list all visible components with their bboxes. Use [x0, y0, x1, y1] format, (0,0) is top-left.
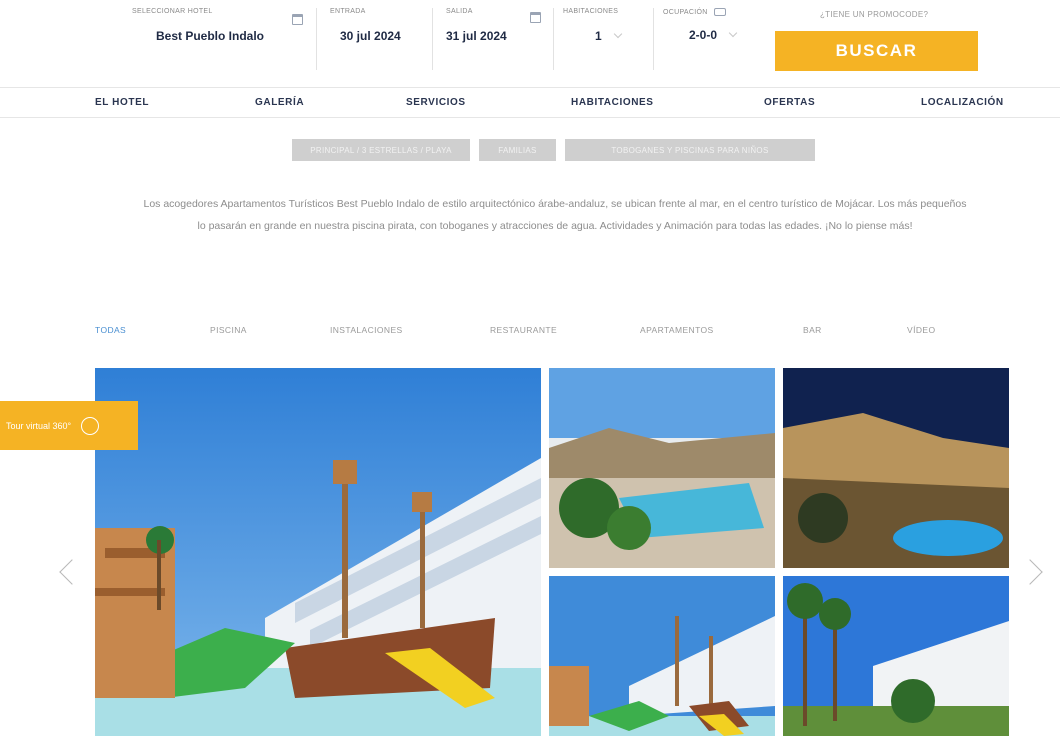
virtual-tour-label: Tour virtual 360°	[6, 420, 72, 431]
gallery-image-night[interactable]	[783, 368, 1009, 568]
occupancy-icon	[713, 8, 726, 16]
nav-item-services[interactable]: SERVICIOS	[406, 97, 466, 108]
gallery-image-gardens[interactable]	[783, 576, 1009, 736]
tab-restaurant[interactable]: RESTAURANTE	[490, 325, 557, 335]
tag-chip: PRINCIPAL / 3 ESTRELLAS / PLAYA	[292, 139, 470, 161]
play-circle-icon	[81, 416, 100, 435]
promocode-link[interactable]: ¿TIENE UN PROMOCODE?	[820, 10, 928, 19]
hotel-tags: PRINCIPAL / 3 ESTRELLAS / PLAYA FAMILIAS…	[0, 139, 1060, 161]
search-button[interactable]: BUSCAR	[775, 31, 978, 71]
nav-item-offers[interactable]: OFERTAS	[764, 97, 815, 108]
occupancy-value: 2-0-0	[689, 28, 718, 42]
previous-arrow-icon[interactable]	[59, 559, 85, 585]
occupancy-label: OCUPACIÓN	[663, 8, 708, 16]
rooms-label: HABITACIONES	[563, 8, 619, 15]
divider	[316, 8, 317, 70]
gallery-image-pool[interactable]	[549, 368, 775, 568]
divider	[653, 8, 654, 70]
gallery-tabs: TODAS PISCINA INSTALACIONES RESTAURANTE …	[0, 325, 1060, 341]
tab-pool[interactable]: PISCINA	[210, 325, 247, 335]
checkout-field[interactable]: SALIDA 31 jul 2024	[446, 8, 546, 72]
hotel-selector[interactable]: SELECCIONAR HOTEL Best Pueblo Indalo	[132, 8, 304, 72]
calendar-icon	[530, 12, 541, 23]
tag-chip: FAMILIAS	[479, 139, 556, 161]
hotel-label: SELECCIONAR HOTEL	[132, 8, 213, 15]
rooms-selector[interactable]: HABITACIONES 1	[563, 8, 651, 72]
next-arrow-icon[interactable]	[1017, 559, 1043, 585]
gallery-image-main[interactable]	[95, 368, 541, 736]
pool-image	[549, 368, 775, 568]
hotel-value: Best Pueblo Indalo	[156, 29, 265, 43]
tab-all[interactable]: TODAS	[95, 325, 126, 335]
checkin-field[interactable]: ENTRADA 30 jul 2024	[330, 8, 422, 72]
divider	[553, 8, 554, 70]
nav-item-location[interactable]: LOCALIZACIÓN	[921, 97, 1004, 108]
checkout-value: 31 jul 2024	[446, 29, 507, 43]
tab-bar[interactable]: BAR	[803, 325, 822, 335]
divider	[432, 8, 433, 70]
palm-gardens-image	[783, 576, 1009, 736]
tab-video[interactable]: VÍDEO	[907, 325, 935, 335]
gallery-image-pirate[interactable]	[549, 576, 775, 736]
tab-facilities[interactable]: INSTALACIONES	[330, 325, 403, 335]
hotel-list-icon	[292, 14, 303, 25]
nav-item-gallery[interactable]: GALERÍA	[255, 97, 304, 108]
virtual-tour-tab[interactable]: Tour virtual 360°	[0, 401, 138, 450]
chevron-down-icon	[613, 29, 623, 39]
occupancy-selector[interactable]: OCUPACIÓN 2-0-0	[663, 8, 763, 72]
rooms-value: 1	[595, 29, 602, 43]
pirate-ship-image	[549, 576, 775, 736]
tab-apartments[interactable]: APARTAMENTOS	[640, 325, 714, 335]
tag-chip: TOBOGANES Y PISCINAS PARA NIÑOS	[565, 139, 815, 161]
main-nav: EL HOTEL GALERÍA SERVICIOS HABITACIONES …	[0, 87, 1060, 118]
checkin-value: 30 jul 2024	[340, 29, 401, 43]
chevron-down-icon	[729, 28, 738, 38]
booking-bar: SELECCIONAR HOTEL Best Pueblo Indalo ENT…	[0, 0, 1060, 80]
checkin-label: ENTRADA	[330, 8, 366, 15]
hotel-description: Los acogedores Apartamentos Turísticos B…	[143, 198, 967, 232]
nav-item-hotel[interactable]: EL HOTEL	[95, 97, 149, 108]
water-park-image	[95, 368, 541, 736]
night-pool-image	[783, 368, 1009, 568]
nav-item-rooms[interactable]: HABITACIONES	[571, 97, 654, 108]
